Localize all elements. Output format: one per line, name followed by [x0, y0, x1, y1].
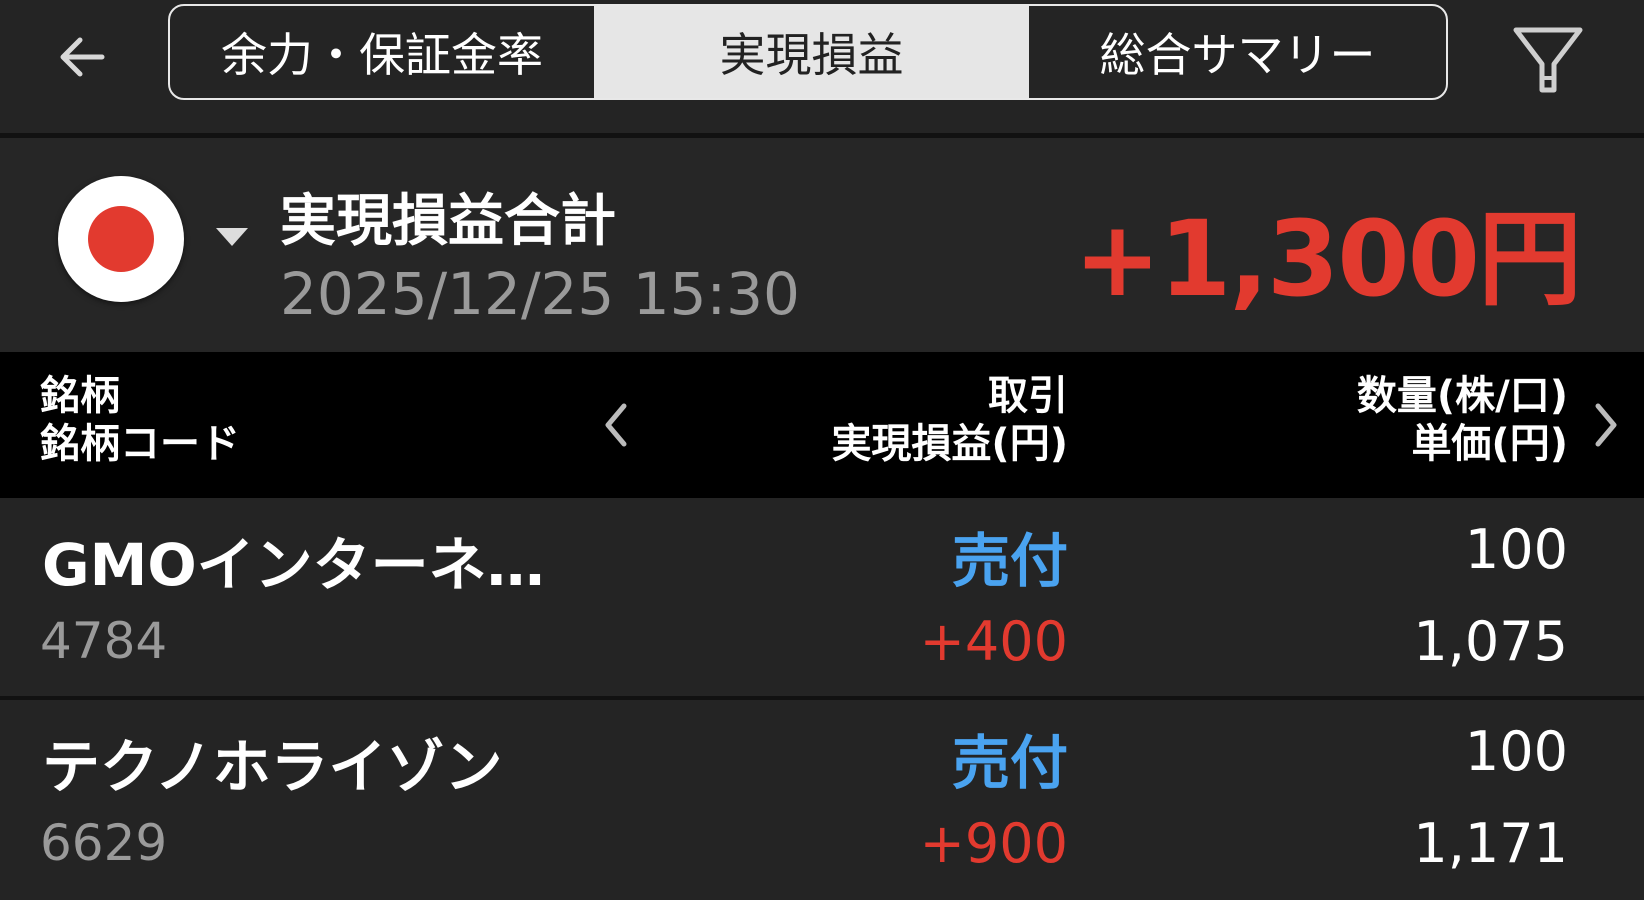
summary-datetime: 2025/12/25 15:30 [280, 260, 800, 328]
japan-flag-icon[interactable] [58, 176, 184, 302]
header-pnl-label: 実現損益(円) [831, 421, 1068, 467]
trade-side: 売付 [951, 729, 1068, 797]
header-code-label: 銘柄コード [40, 421, 240, 467]
header-qty-label: 数量(株/口) [1356, 373, 1568, 419]
stock-code: 6629 [40, 814, 168, 872]
chevron-right-icon[interactable] [1590, 400, 1622, 450]
chevron-left-icon[interactable] [600, 400, 632, 450]
header-name-label: 銘柄 [40, 373, 120, 419]
trade-side: 売付 [951, 527, 1068, 595]
header-col-name: 銘柄 銘柄コード [40, 372, 240, 468]
summary-title: 実現損益合計 [280, 189, 616, 254]
table-row[interactable]: テクノホライゾン 6629 売付 +900 100 1,171 [0, 700, 1644, 900]
unit-price: 1,171 [1413, 812, 1568, 875]
quantity: 100 [1464, 720, 1568, 783]
table-header: 銘柄 銘柄コード 取引 実現損益(円) 数量(株/口) 単価(円) [0, 352, 1644, 498]
header-col-qty: 数量(株/口) 単価(円) [1357, 372, 1568, 468]
table-row[interactable]: GMOインターネ… 4784 売付 +400 100 1,075 [0, 498, 1644, 698]
flag-sun [88, 206, 154, 272]
stock-name: GMOインターネ… [42, 531, 545, 599]
tab-margin-ratio[interactable]: 余力・保証金率 [170, 6, 594, 98]
market-dropdown-caret-icon[interactable] [216, 228, 248, 246]
tab-overall-summary[interactable]: 総合サマリー [1029, 6, 1446, 98]
quantity: 100 [1464, 518, 1568, 581]
header-price-label: 単価(円) [1411, 421, 1568, 467]
realized-pnl-summary: 実現損益合計 2025/12/25 15:30 +1,300円 [0, 138, 1644, 352]
tab-realized-pnl[interactable]: 実現損益 [594, 6, 1029, 98]
back-arrow-icon[interactable] [52, 26, 114, 88]
top-bar: 余力・保証金率 実現損益 総合サマリー [0, 0, 1644, 133]
realized-pnl: +400 [919, 610, 1068, 673]
segmented-tabs: 余力・保証金率 実現損益 総合サマリー [168, 4, 1448, 100]
filter-icon[interactable] [1508, 20, 1588, 98]
header-col-trade: 取引 実現損益(円) [831, 372, 1068, 468]
realized-pnl: +900 [919, 812, 1068, 875]
header-trade-label: 取引 [988, 373, 1068, 419]
unit-price: 1,075 [1413, 610, 1568, 673]
stock-code: 4784 [40, 612, 168, 670]
stock-name: テクノホライゾン [42, 733, 503, 801]
summary-total: +1,300円 [1073, 198, 1582, 320]
